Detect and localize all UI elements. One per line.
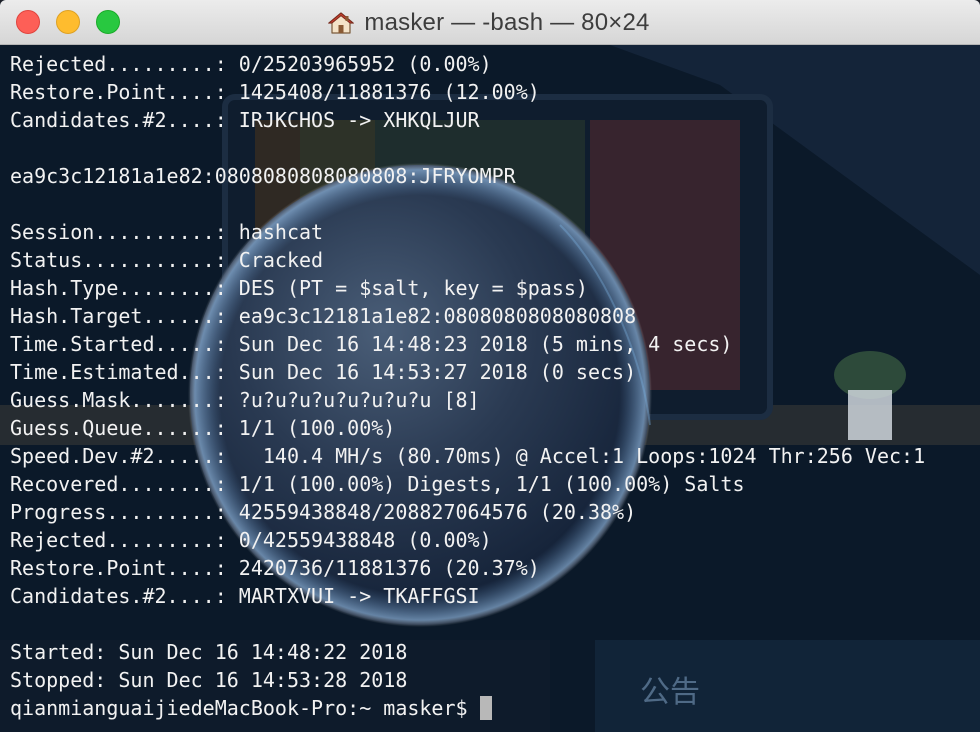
terminal-line: Hash.Target......: ea9c3c12181a1e82:0808…	[10, 304, 637, 328]
shell-prompt-line[interactable]: qianmianguaijiedeMacBook-Pro:~ masker$	[10, 694, 925, 722]
window-title: masker — -bash — 80×24	[364, 8, 650, 36]
shell-prompt: qianmianguaijiedeMacBook-Pro:~ masker$	[10, 696, 468, 720]
home-icon	[328, 11, 355, 34]
terminal-line: Restore.Point....: 2420736/11881376 (20.…	[10, 556, 540, 580]
terminal-line: Time.Started.....: Sun Dec 16 14:48:23 2…	[10, 332, 733, 356]
terminal-line: Guess.Mask.......: ?u?u?u?u?u?u?u?u [8]	[10, 388, 480, 412]
minimize-button[interactable]	[56, 10, 80, 34]
terminal-line: Recovered........: 1/1 (100.00%) Digests…	[10, 472, 745, 496]
terminal-line: Speed.Dev.#2.....: 140.4 MH/s (80.70ms) …	[10, 444, 926, 468]
close-button[interactable]	[16, 10, 40, 34]
terminal-line: Rejected.........: 0/42559438848 (0.00%)	[10, 528, 492, 552]
terminal-line: Progress.........: 42559438848/208827064…	[10, 500, 637, 524]
terminal-line: Guess.Queue......: 1/1 (100.00%)	[10, 416, 396, 440]
terminal-line: Hash.Type........: DES (PT = $salt, key …	[10, 276, 588, 300]
terminal-line: Time.Estimated...: Sun Dec 16 14:53:27 2…	[10, 360, 637, 384]
text-cursor	[479, 696, 492, 720]
terminal-output: Rejected.........: 0/25203965952 (0.00%)…	[10, 50, 925, 722]
zoom-button[interactable]	[96, 10, 120, 34]
title-bar[interactable]: masker — -bash — 80×24	[0, 0, 980, 45]
terminal-line: Restore.Point....: 1425408/11881376 (12.…	[10, 80, 540, 104]
window-title-group: masker — -bash — 80×24	[0, 0, 980, 45]
terminal-window: masker — -bash — 80×24 公告 Rejected......…	[0, 0, 980, 732]
terminal-line: Started: Sun Dec 16 14:48:22 2018	[10, 640, 408, 664]
terminal-line: Status...........: Cracked	[10, 248, 324, 272]
terminal-line: Candidates.#2....: MARTXVUI -> TKAFFGSI	[10, 584, 480, 608]
terminal-line: Stopped: Sun Dec 16 14:53:28 2018	[10, 668, 408, 692]
terminal-line: Candidates.#2....: IRJKCHOS -> XHKQLJUR	[10, 108, 480, 132]
terminal-line: ea9c3c12181a1e82:0808080808080808:JFRYOM…	[10, 164, 516, 188]
terminal-line: Session..........: hashcat	[10, 220, 324, 244]
terminal-content[interactable]: 公告 Rejected.........: 0/25203965952 (0.0…	[0, 45, 980, 732]
terminal-line: Rejected.........: 0/25203965952 (0.00%)	[10, 52, 492, 76]
